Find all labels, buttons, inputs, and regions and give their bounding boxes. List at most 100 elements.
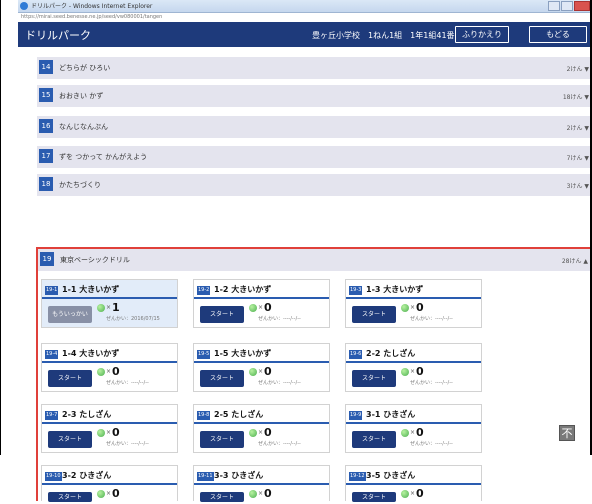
drill-title: 2-3 たしざん: [62, 410, 112, 419]
close-icon[interactable]: [574, 1, 590, 11]
drill-card[interactable]: 19-6 2-2 たしざん スタート × 0 ぜんかい：----/--/--: [345, 343, 482, 392]
clear-count: 1: [112, 301, 120, 314]
times-symbol: ×: [258, 304, 264, 311]
drill-tag: 19-5: [197, 350, 211, 359]
unit-row[interactable]: 14 どちらが ひろい 2けん ▼: [37, 57, 592, 79]
app-brand: ドリルパーク: [25, 29, 91, 42]
times-symbol: ×: [410, 429, 416, 436]
unit-count: 28けん ▲: [561, 258, 588, 265]
start-button[interactable]: スタート: [352, 306, 396, 323]
times-symbol: ×: [258, 429, 264, 436]
drill-title: 3-2 ひきざん: [62, 471, 112, 480]
drill-title: 3-3 ひきざん: [214, 471, 264, 480]
window-title: ドリルパーク - Windows Internet Explorer: [31, 3, 153, 10]
app-header: ドリルパーク 豊ヶ丘小学校 1ねん1組 1年1組41番 ふりかえり もどる: [18, 22, 592, 47]
start-button[interactable]: スタート: [352, 431, 396, 448]
review-button[interactable]: ふりかえり: [455, 26, 509, 43]
start-button[interactable]: スタート: [352, 492, 396, 502]
unit-label: かたちづくり: [59, 181, 101, 189]
start-button[interactable]: スタート: [200, 431, 244, 448]
drill-title: 1-1 大きいかず: [62, 285, 120, 294]
unit-count: 2けん ▼: [566, 125, 589, 132]
card-divider: [42, 361, 177, 363]
gem-icon: [401, 429, 409, 437]
expanded-unit-panel: 19 東京ベーシックドリル 28けん ▲ 19-1 1-1 大きいかず もういっ…: [36, 247, 592, 502]
drill-card[interactable]: 19-7 2-3 たしざん スタート × 0 ぜんかい：----/--/--: [41, 404, 178, 453]
start-button[interactable]: スタート: [48, 370, 92, 387]
drill-card[interactable]: 19-10 3-2 ひきざん スタート × 0: [41, 465, 178, 502]
expanded-unit-header[interactable]: 19 東京ベーシックドリル 28けん ▲: [38, 249, 592, 271]
drill-card[interactable]: 19-12 3-5 ひきざん スタート × 0: [345, 465, 482, 502]
drill-title: 1-2 大きいかず: [214, 285, 272, 294]
drill-tag: 19-1: [45, 286, 59, 295]
minimize-icon[interactable]: [548, 1, 560, 11]
card-divider: [194, 297, 329, 299]
unit-number: 14: [39, 60, 53, 74]
last-date: ぜんかい：----/--/--: [258, 380, 301, 386]
browser-titlebar: ドリルパーク - Windows Internet Explorer: [18, 0, 592, 13]
drill-title: 2-2 たしざん: [366, 349, 416, 358]
drill-card[interactable]: 19-8 2-5 たしざん スタート × 0 ぜんかい：----/--/--: [193, 404, 330, 453]
card-divider: [194, 422, 329, 424]
drill-card[interactable]: 19-3 1-3 大きいかず スタート × 0 ぜんかい：----/--/--: [345, 279, 482, 328]
drill-tag: 19-4: [45, 350, 59, 359]
unit-row[interactable]: 19 東京ベーシックドリル 28けん ▲: [38, 249, 592, 271]
window-frame-left: [0, 0, 1, 455]
unit-row[interactable]: 16 なんじなんぷん 2けん ▼: [37, 116, 592, 138]
last-date: ぜんかい：----/--/--: [410, 380, 453, 386]
clear-count: 0: [112, 487, 120, 500]
gem-icon: [249, 368, 257, 376]
gem-icon: [97, 304, 105, 312]
drill-tag: 19-8: [197, 411, 211, 420]
drill-title: 1-4 大きいかず: [62, 349, 120, 358]
unit-count: 7けん ▼: [566, 155, 589, 162]
start-button[interactable]: スタート: [48, 492, 92, 502]
drill-card[interactable]: 19-1 1-1 大きいかず もういっかい × 1 ぜんかい：2016/07/1…: [41, 279, 178, 328]
times-symbol: ×: [258, 368, 264, 375]
unit-label: ずを つかって かんがえよう: [59, 153, 148, 161]
drill-title: 2-5 たしざん: [214, 410, 264, 419]
scroll-top-button[interactable]: 不: [559, 425, 575, 441]
gem-icon: [97, 368, 105, 376]
ie-icon: [20, 2, 28, 10]
clear-count: 0: [112, 426, 120, 439]
times-symbol: ×: [106, 368, 112, 375]
drill-tag: 19-3: [349, 286, 363, 295]
gem-icon: [97, 490, 105, 498]
unit-row[interactable]: 18 かたちづくり 3けん ▼: [37, 174, 592, 196]
drill-card[interactable]: 19-4 1-4 大きいかず スタート × 0 ぜんかい：----/--/--: [41, 343, 178, 392]
last-date: ぜんかい：----/--/--: [410, 441, 453, 447]
clear-count: 0: [416, 301, 424, 314]
unit-number: 17: [39, 149, 53, 163]
gem-icon: [401, 304, 409, 312]
clear-count: 0: [416, 487, 424, 500]
maximize-icon[interactable]: [561, 1, 573, 11]
drill-title: 3-1 ひきざん: [366, 410, 416, 419]
clear-count: 0: [416, 365, 424, 378]
unit-number: 19: [40, 252, 54, 266]
drill-card[interactable]: 19-2 1-2 大きいかず スタート × 0 ぜんかい：----/--/--: [193, 279, 330, 328]
start-button[interactable]: スタート: [352, 370, 396, 387]
start-button[interactable]: スタート: [48, 431, 92, 448]
drill-card[interactable]: 19-11 3-3 ひきざん スタート × 0: [193, 465, 330, 502]
unit-row[interactable]: 15 おおきい かず 18けん ▼: [37, 85, 592, 107]
start-button[interactable]: スタート: [200, 306, 244, 323]
clear-count: 0: [264, 487, 272, 500]
card-divider: [346, 297, 481, 299]
times-symbol: ×: [106, 429, 112, 436]
drill-card[interactable]: 19-5 1-5 大きいかず スタート × 0 ぜんかい：----/--/--: [193, 343, 330, 392]
start-button[interactable]: スタート: [200, 492, 244, 502]
drill-tag: 19-12: [349, 472, 366, 481]
card-divider: [194, 361, 329, 363]
last-date: ぜんかい：----/--/--: [106, 380, 149, 386]
drill-card[interactable]: 19-9 3-1 ひきざん スタート × 0 ぜんかい：----/--/--: [345, 404, 482, 453]
gem-icon: [97, 429, 105, 437]
drill-tag: 19-9: [349, 411, 363, 420]
start-button[interactable]: スタート: [200, 370, 244, 387]
unit-row[interactable]: 17 ずを つかって かんがえよう 7けん ▼: [37, 146, 592, 168]
gem-icon: [249, 490, 257, 498]
retry-button[interactable]: もういっかい: [48, 306, 92, 323]
unit-label: なんじなんぷん: [59, 123, 108, 131]
back-button[interactable]: もどる: [529, 26, 587, 43]
drill-tag: 19-2: [197, 286, 211, 295]
